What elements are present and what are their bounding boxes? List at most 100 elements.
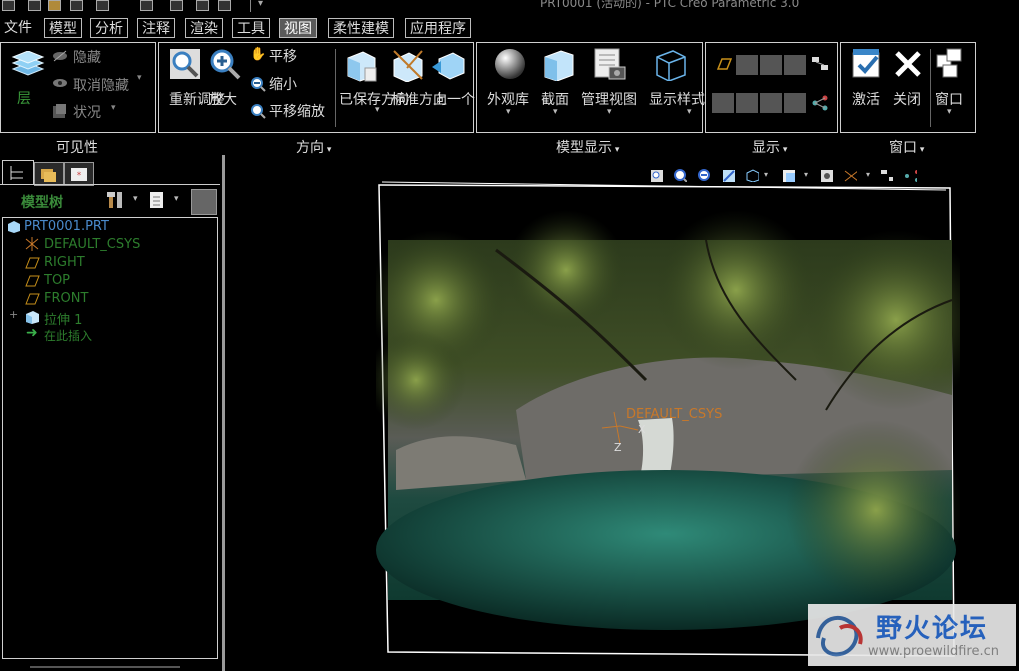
zoom-out-button[interactable]: 缩小	[269, 74, 297, 94]
datum-filters-dropdown-icon[interactable]: ▾	[866, 170, 870, 179]
activate-button[interactable]: 激活	[852, 93, 880, 108]
close-window-icon[interactable]	[218, 0, 231, 11]
tab-favorites[interactable]: *	[64, 162, 94, 186]
window-group-dropdown-icon[interactable]: ▾	[917, 145, 925, 155]
manage-views-dropdown-icon[interactable]: ▾	[607, 107, 612, 117]
appearance-dropdown-icon[interactable]: ▾	[506, 107, 511, 117]
orientation-group-dropdown-icon[interactable]: ▾	[324, 145, 332, 155]
pan-button[interactable]: 平移	[269, 46, 297, 66]
show-group-dropdown-icon[interactable]: ▾	[780, 145, 788, 155]
orientation-group: 重新调整 放大 ✋ 平移 缩小 平移缩放 已保存方向 标准方向 上一个 ▾	[158, 42, 475, 133]
model-display-group-text: 模型显示	[556, 140, 612, 156]
new-file-icon[interactable]	[2, 0, 15, 11]
section-dropdown-icon[interactable]: ▾	[553, 107, 558, 117]
refit-icon	[170, 49, 200, 79]
visibility-group: 层 隐藏 取消隐藏 ▾ 状况 ▾	[0, 42, 156, 133]
standard-orientation-button[interactable]: 标准方向	[391, 93, 447, 108]
display-style-dropdown-icon[interactable]: ▾	[687, 107, 692, 117]
print-icon[interactable]	[70, 0, 83, 11]
datum-plane-display-icon[interactable]	[716, 57, 732, 71]
expand-icon[interactable]: +	[9, 308, 18, 321]
tab-folder-browser[interactable]	[34, 162, 64, 186]
annotation-display-icon[interactable]	[811, 56, 829, 72]
close-icon	[895, 51, 921, 77]
watermark-logo-icon	[816, 615, 863, 657]
axis-tag-display-icon[interactable]	[760, 93, 782, 113]
tree-item-label: FRONT	[44, 291, 89, 306]
undo-icon[interactable]	[140, 0, 153, 11]
csys-tag-display-icon[interactable]	[811, 95, 829, 111]
display-style-button[interactable]: 显示样式	[649, 93, 705, 108]
manage-views-button[interactable]: 管理视图	[581, 93, 637, 108]
save-icon[interactable]	[28, 0, 41, 11]
csys-z-label: Z	[614, 441, 622, 454]
saved-orientations-dropdown-icon[interactable]: ▾	[764, 170, 768, 179]
window-separator	[930, 49, 931, 127]
status-dropdown-icon[interactable]: ▾	[111, 103, 116, 113]
tab-model-tree[interactable]	[2, 160, 34, 185]
standard-orientation-icon	[393, 50, 423, 82]
show-group-text: 显示	[752, 140, 780, 156]
manage-views-icon	[594, 48, 626, 80]
tab-applications[interactable]: 应用程序	[405, 18, 471, 38]
display-style-icon	[656, 50, 686, 81]
plane-tag-display-icon[interactable]	[736, 93, 758, 113]
status-button[interactable]: 状况	[73, 102, 101, 122]
spin-center-display-icon[interactable]	[712, 93, 734, 113]
tree-settings-dropdown-icon[interactable]: ▾	[133, 194, 138, 204]
pan-icon: ✋	[250, 47, 267, 62]
panel-splitter[interactable]	[222, 155, 225, 671]
insert-arrow-icon: ➜	[26, 325, 38, 341]
saved-orientation-dropdown-icon[interactable]: ▾	[375, 105, 380, 115]
favorites-icon: *	[71, 168, 87, 181]
tab-view[interactable]: 视图	[279, 18, 317, 38]
previous-orientation-button[interactable]: 上一个	[433, 93, 475, 108]
tab-file[interactable]: 文件	[0, 18, 36, 38]
unhide-dropdown-icon[interactable]: ▾	[137, 73, 142, 83]
status-bar	[0, 664, 220, 671]
zoom-in-button[interactable]: 放大	[209, 93, 237, 108]
unhide-button[interactable]: 取消隐藏	[73, 75, 129, 95]
tree-filter-icon[interactable]	[191, 189, 217, 215]
show-menu-dropdown-icon[interactable]: ▾	[174, 194, 179, 204]
show-menu-icon[interactable]	[148, 190, 166, 210]
appearance-gallery-button[interactable]: 外观库	[487, 93, 529, 108]
tab-annotate[interactable]: 注释	[137, 18, 175, 38]
zoom-out-icon	[251, 77, 266, 92]
tab-tools[interactable]: 工具	[232, 18, 270, 38]
quick-access-toolbar: ▾ PRT0001 (活动的) - PTC Creo Parametric 3.…	[0, 0, 1019, 14]
tree-item-label: 拉伸 1	[44, 313, 83, 328]
csys-display-icon[interactable]	[784, 55, 806, 75]
tree-item-label: 在此插入	[44, 329, 93, 343]
datum-axis-display-icon[interactable]	[736, 55, 758, 75]
window-icon[interactable]	[196, 0, 209, 11]
redo-icon[interactable]	[170, 0, 183, 11]
csys-label: DEFAULT_CSYS	[626, 407, 723, 422]
windows-button[interactable]: 窗口	[935, 93, 963, 108]
tab-model[interactable]: 模型	[44, 18, 82, 38]
section-icon	[544, 50, 574, 81]
point-tag-display-icon[interactable]	[784, 93, 806, 113]
close-button[interactable]: 关闭	[893, 93, 921, 108]
view-manager-dropdown-icon[interactable]: ▾	[804, 170, 808, 179]
tab-flexible-modeling[interactable]: 柔性建模	[328, 18, 394, 38]
regenerate-icon[interactable]	[96, 0, 109, 11]
section-button[interactable]: 截面	[541, 93, 569, 108]
tab-render[interactable]: 渲染	[185, 18, 223, 38]
orientation-separator	[335, 49, 336, 127]
tab-analysis[interactable]: 分析	[90, 18, 128, 38]
panel-tab-line	[0, 184, 220, 185]
tree-item-label: PRT0001.PRT	[24, 219, 109, 234]
layers-button[interactable]: 层	[17, 92, 31, 107]
status-bar-line	[30, 666, 180, 668]
model-display-group-dropdown-icon[interactable]: ▾	[612, 145, 620, 155]
windows-icon	[936, 48, 962, 78]
qat-dropdown-icon[interactable]: ▾	[258, 0, 263, 9]
open-icon[interactable]	[48, 0, 61, 11]
hide-button[interactable]: 隐藏	[73, 47, 101, 67]
tree-settings-icon[interactable]	[106, 190, 126, 210]
windows-dropdown-icon[interactable]: ▾	[947, 107, 952, 117]
pan-zoom-button[interactable]: 平移缩放	[269, 101, 325, 121]
datum-plane-icon	[25, 293, 40, 305]
datum-point-display-icon[interactable]	[760, 55, 782, 75]
